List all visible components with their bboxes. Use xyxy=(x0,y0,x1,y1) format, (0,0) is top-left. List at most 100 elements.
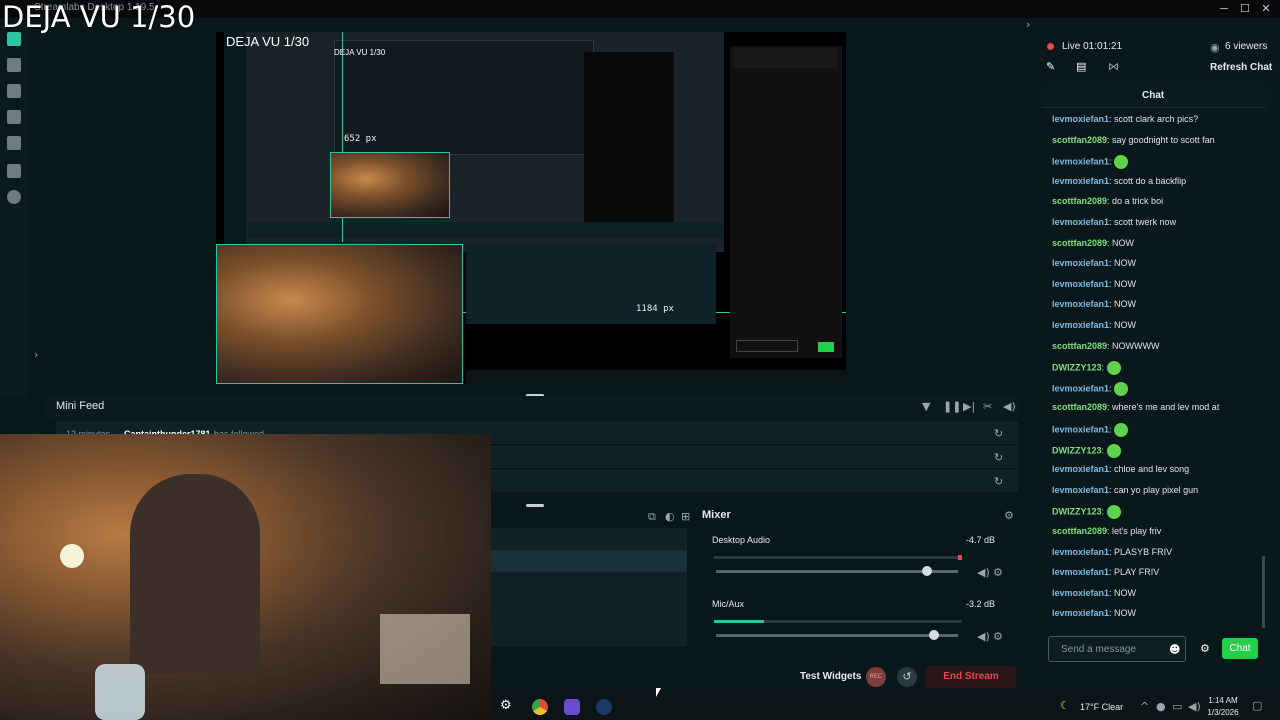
maximize-button[interactable]: ☐ xyxy=(1235,1,1255,17)
minifeed-header xyxy=(46,396,1018,418)
chat-message: levmoxiefan1: scott twerk now xyxy=(1052,217,1176,227)
highlighter-icon[interactable] xyxy=(7,190,21,204)
chat-username[interactable]: levmoxiefan1 xyxy=(1052,567,1109,577)
notification-icon[interactable]: ▢ xyxy=(1252,699,1262,712)
live-dot xyxy=(1047,43,1054,50)
chat-message: scottfan2089: let's play friv xyxy=(1052,526,1161,536)
filter-icon[interactable]: ▼ xyxy=(922,400,930,413)
editor-icon[interactable] xyxy=(7,32,21,46)
replay-buffer-icon[interactable]: ↺ xyxy=(897,667,917,687)
chat-username[interactable]: levmoxiefan1 xyxy=(1052,588,1109,598)
minimize-button[interactable]: ─ xyxy=(1214,1,1234,17)
repeat-alert-icon[interactable]: ↻ xyxy=(994,475,1003,488)
chat-scrollbar[interactable] xyxy=(1262,556,1265,628)
webcam-overlay xyxy=(0,434,491,720)
channel-settings-icon[interactable]: ⚙ xyxy=(993,566,1003,579)
emoji-icon[interactable]: ☻ xyxy=(1169,643,1180,656)
mixer-settings-icon[interactable]: ⚙ xyxy=(1004,509,1014,522)
folder-icon[interactable]: ▤ xyxy=(1076,60,1086,73)
chat-text: scott clark arch pics? xyxy=(1114,114,1199,124)
chat-send-button[interactable]: Chat xyxy=(1222,638,1258,659)
mute-alerts-icon[interactable]: ✂ xyxy=(983,400,992,413)
minifeed-title: Mini Feed xyxy=(56,400,105,412)
volume-slider-track[interactable] xyxy=(716,634,958,637)
chat-username[interactable]: levmoxiefan1 xyxy=(1052,383,1109,393)
chat-username[interactable]: levmoxiefan1 xyxy=(1052,320,1109,330)
test-widgets-button[interactable]: Test Widgets xyxy=(800,671,861,682)
chat-username[interactable]: levmoxiefan1 xyxy=(1052,279,1109,289)
mute-icon[interactable]: ◀) xyxy=(977,566,990,579)
library-icon[interactable] xyxy=(7,84,21,98)
chat-message: DWIZZY123: xyxy=(1052,443,1121,458)
channel-settings-icon[interactable]: ⚙ xyxy=(993,630,1003,643)
chat-message: DWIZZY123: xyxy=(1052,505,1121,520)
chat-username[interactable]: scottfan2089 xyxy=(1052,238,1107,248)
apps-icon[interactable] xyxy=(7,164,21,178)
mute-icon[interactable]: ◀) xyxy=(977,630,990,643)
chat-message: levmoxiefan1: PLAY FRIV xyxy=(1052,567,1159,577)
collapse-left-icon[interactable]: › xyxy=(34,348,38,361)
chat-username[interactable]: scottfan2089 xyxy=(1052,526,1107,536)
chat-username[interactable]: scottfan2089 xyxy=(1052,341,1107,351)
chat-username[interactable]: scottfan2089 xyxy=(1052,196,1107,206)
chat-username[interactable]: levmoxiefan1 xyxy=(1052,485,1109,495)
chat-username[interactable]: scottfan2089 xyxy=(1052,135,1107,145)
chat-settings-icon[interactable]: ⚙ xyxy=(1200,642,1210,655)
chat-username[interactable]: levmoxiefan1 xyxy=(1052,608,1109,618)
chat-username[interactable]: DWIZZY123 xyxy=(1052,507,1102,517)
weather-icon: ☾ xyxy=(1060,699,1070,712)
audio-settings-icon[interactable]: ◐ xyxy=(665,510,675,523)
network-icon[interactable]: ▭ xyxy=(1172,700,1182,713)
chat-text: scott twerk now xyxy=(1114,217,1177,227)
chat-username[interactable]: levmoxiefan1 xyxy=(1052,217,1109,227)
chat-username[interactable]: DWIZZY123 xyxy=(1052,363,1102,373)
themes-icon[interactable] xyxy=(7,58,21,72)
chat-input[interactable]: Send a message ☻ xyxy=(1048,636,1186,662)
chat-message: scottfan2089: say goodnight to scott fan xyxy=(1052,135,1215,145)
volume-slider-knob[interactable] xyxy=(921,566,932,576)
chrome-icon[interactable] xyxy=(532,699,548,715)
share-icon[interactable]: ⋈ xyxy=(1108,60,1119,73)
chat-username[interactable]: levmoxiefan1 xyxy=(1052,157,1109,167)
preview-webcam-source[interactable] xyxy=(216,244,463,384)
tools-icon[interactable] xyxy=(7,110,21,124)
volume-slider-knob[interactable] xyxy=(928,630,939,640)
emote-icon xyxy=(1114,381,1129,396)
store-icon[interactable] xyxy=(7,136,21,150)
end-stream-button[interactable]: End Stream xyxy=(926,666,1016,688)
chat-username[interactable]: levmoxiefan1 xyxy=(1052,258,1109,268)
resize-handle[interactable] xyxy=(526,504,544,507)
add-source-icon[interactable]: ⊞ xyxy=(681,510,690,523)
width-readout-2: 1184 px xyxy=(636,304,674,314)
refresh-chat-button[interactable]: Refresh Chat xyxy=(1210,62,1272,73)
repeat-alert-icon[interactable]: ↻ xyxy=(994,427,1003,440)
steam-icon[interactable] xyxy=(596,699,612,715)
volume-icon[interactable]: ◀) xyxy=(1003,400,1016,413)
chat-username[interactable]: levmoxiefan1 xyxy=(1052,299,1109,309)
close-button[interactable]: ✕ xyxy=(1256,1,1276,17)
record-button[interactable]: REC xyxy=(866,667,886,687)
chat-username[interactable]: levmoxiefan1 xyxy=(1052,547,1109,557)
chat-message: levmoxiefan1: can yo play pixel gun xyxy=(1052,485,1198,495)
advanced-audio-icon[interactable]: ⧉ xyxy=(648,510,656,524)
emote-icon xyxy=(1106,361,1121,376)
sources-list xyxy=(491,528,687,646)
pause-icon[interactable]: ❚❚ xyxy=(943,400,961,413)
source-item[interactable] xyxy=(491,550,687,572)
chat-username[interactable]: levmoxiefan1 xyxy=(1052,464,1109,474)
settings-app-icon[interactable]: ⚙ xyxy=(500,698,512,713)
repeat-alert-icon[interactable]: ↻ xyxy=(994,451,1003,464)
collapse-right-icon[interactable]: › xyxy=(1026,18,1030,31)
app-icon[interactable] xyxy=(564,699,580,715)
chat-username[interactable]: scottfan2089 xyxy=(1052,402,1107,412)
tray-chevron-icon[interactable]: ^ xyxy=(1140,700,1149,713)
chat-username[interactable]: levmoxiefan1 xyxy=(1052,424,1109,434)
chat-username[interactable]: DWIZZY123 xyxy=(1052,445,1102,455)
skip-icon[interactable]: ▶| xyxy=(963,400,975,413)
chat-username[interactable]: levmoxiefan1 xyxy=(1052,114,1109,124)
preview-selected-source[interactable] xyxy=(330,152,450,218)
mic-icon[interactable]: ● xyxy=(1156,700,1166,713)
chat-username[interactable]: levmoxiefan1 xyxy=(1052,176,1109,186)
speaker-icon[interactable]: ◀) xyxy=(1188,700,1201,713)
edit-icon[interactable]: ✎ xyxy=(1046,60,1055,73)
